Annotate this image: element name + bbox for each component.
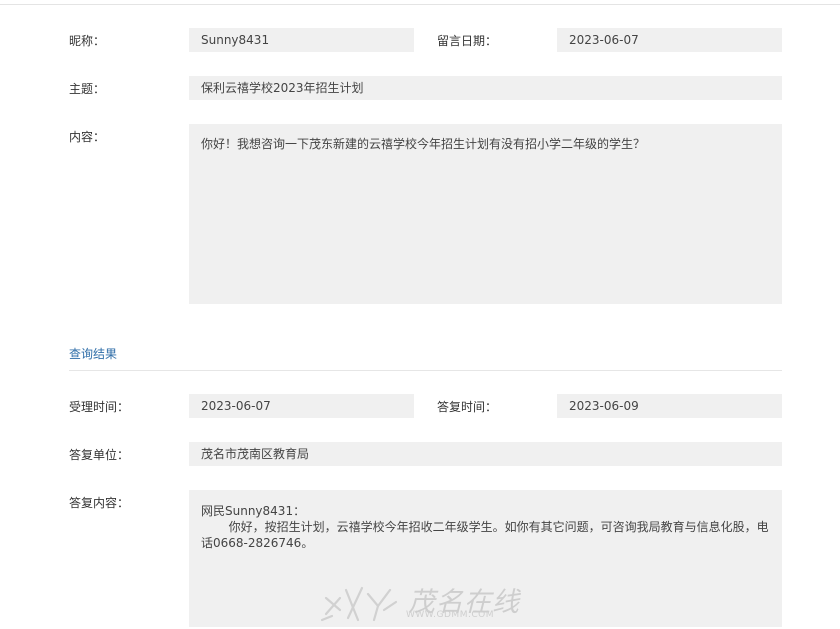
section-divider	[69, 370, 782, 371]
reply-time-field[interactable]: 2023-06-09	[557, 394, 782, 418]
reply-greeting: 网民Sunny8431：	[201, 504, 306, 518]
subject-field[interactable]: 保利云禧学校2023年招生计划	[189, 76, 782, 100]
watermark-logo-icon	[320, 586, 398, 622]
message-date-label: 留言日期：	[437, 34, 498, 48]
message-date-field[interactable]: 2023-06-07	[557, 28, 782, 52]
reply-time-label: 答复时间：	[437, 400, 498, 414]
nickname-label: 昵称：	[69, 34, 106, 48]
watermark-url: WWW.GDMM.COM	[406, 610, 494, 620]
reply-body: 你好，按招生计划，云禧学校今年招收二年级学生。如你有其它问题，可咨询我局教育与信…	[201, 520, 769, 550]
site-watermark: 茂名在线 WWW.GDMM.COM	[318, 580, 530, 626]
accept-time-field[interactable]: 2023-06-07	[189, 394, 414, 418]
top-divider	[0, 4, 840, 5]
query-result-heading: 查询结果	[69, 347, 118, 361]
accept-time-label: 受理时间：	[69, 400, 130, 414]
reply-unit-label: 答复单位：	[69, 448, 130, 462]
reply-content-label: 答复内容：	[69, 496, 130, 510]
content-textarea[interactable]: 你好！我想咨询一下茂东新建的云禧学校今年招生计划有没有招小学二年级的学生？	[189, 124, 782, 304]
content-label: 内容：	[69, 130, 106, 144]
reply-unit-field[interactable]: 茂名市茂南区教育局	[189, 442, 782, 466]
subject-label: 主题：	[69, 82, 106, 96]
nickname-field[interactable]: Sunny8431	[189, 28, 414, 52]
